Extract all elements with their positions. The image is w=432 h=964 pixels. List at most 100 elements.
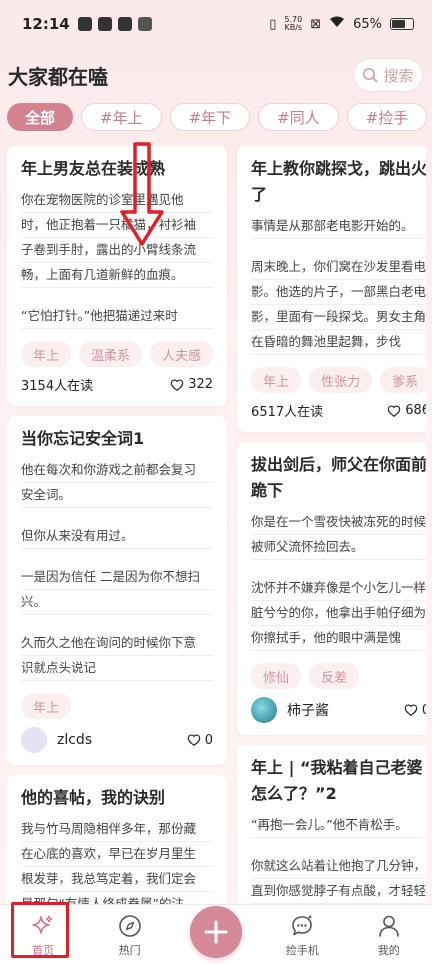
status-right: ▯ 5.70 KB/s ⊠ 65% (269, 16, 414, 32)
page-title: 大家都在嗑 (8, 64, 108, 89)
compass-icon (118, 915, 141, 937)
like-button[interactable]: 686 (387, 403, 426, 418)
story-tag-chip[interactable]: 性张力 (309, 367, 373, 393)
like-button[interactable]: 322 (170, 377, 213, 392)
story-card[interactable]: 拔出剑后，师父在你面前跪下 你是在一个雪夜快被冻死的时候 被师父流怀捡回去。 沈怀并不… (237, 442, 426, 735)
header: 大家都在嗑 搜索 (0, 58, 432, 92)
like-count: 0 (421, 702, 426, 718)
nav-phone[interactable]: 捡手机 (270, 913, 334, 958)
search-label: 搜索 (383, 66, 414, 85)
story-card[interactable]: 他的喜帖，我的诀别 我与竹马周隐相伴多年，那份藏 在心底的喜欢，早已在岁月里生 根发芽… (7, 775, 228, 906)
heart-icon (187, 734, 201, 746)
story-tag-chip[interactable]: 爹系 (380, 367, 426, 393)
story-tag-chip[interactable]: 年上 (21, 341, 72, 367)
vibrate-icon: ▯ (269, 16, 277, 32)
nav-phone-label: 捡手机 (285, 944, 319, 957)
notification-app-icon (117, 17, 132, 31)
avatar[interactable] (21, 727, 47, 753)
story-stats: 6517人在读 686 (251, 401, 426, 420)
story-excerpt-line: 直到你感觉脖子有点酸，才轻轻 (251, 879, 426, 904)
story-excerpt-line: 但你从来没有用过。 (21, 524, 214, 549)
story-excerpt-line: 你是在一个雪夜快被冻死的时候 (251, 510, 426, 535)
feed-column-left: 年上男友总在装成熟 你在宠物医院的诊室里遇见他 时，他正抱着一只橘猫，衬衫袖 子卷到手… (7, 146, 228, 906)
story-excerpt-line: “再抱一会儿。”他不肯松手。 (251, 813, 426, 838)
story-tag-chip[interactable]: 年上 (21, 693, 72, 719)
story-excerpt-line: 兴。 (21, 590, 214, 615)
tag-filter-bar: 全部 #年上 #年下 #同人 #捡手 (7, 103, 432, 131)
user-icon (378, 915, 399, 937)
story-tags: 年上 温柔系 人夫感 (21, 341, 214, 367)
story-excerpt-line: 在昏暗的舞池里起舞，步伐 (251, 330, 426, 355)
story-title: 当你忘记安全词1 (21, 429, 145, 448)
notification-app-icon (137, 17, 152, 31)
story-excerpt-line: 一是因为信任 二是因为你不想扫 (21, 565, 214, 590)
author-name[interactable]: 柿子酱 (287, 700, 329, 720)
nav-me[interactable]: 我的 (357, 913, 421, 958)
avatar[interactable] (251, 697, 278, 723)
story-stats: 3154人在读 322 (21, 375, 213, 394)
story-excerpt-line: 脏兮兮的你，他拿出手帕仔细为 (251, 601, 426, 626)
nav-hot-label: 热门 (118, 944, 141, 957)
story-tag-chip[interactable]: 年上 (251, 367, 302, 393)
story-card[interactable]: 当你忘记安全词1 他在每次和你游戏之前都会复习 安全词。 但你从来没有用过。 一是因为信… (7, 416, 228, 765)
story-excerpt-line: 你擦拭手，他的眼中满是愧 (251, 626, 426, 651)
heart-icon (388, 404, 401, 417)
wifi-icon (329, 16, 345, 32)
status-bar: 12:14 ▯ 5.70 KB/s ⊠ 65% (0, 0, 432, 48)
like-count: 686 (405, 403, 426, 418)
tag-tongren[interactable]: #同人 (258, 103, 339, 131)
heart-icon (404, 704, 418, 716)
story-author: 柿子酱 0 (251, 697, 426, 723)
story-excerpt-line: 识就点头说记 (21, 656, 214, 681)
story-excerpt-line: 被师父流怀捡回去。 (251, 535, 426, 560)
story-excerpt-line: 你就这么站着让他抱了几分钟， (251, 854, 426, 879)
story-tag-chip[interactable]: 反差 (309, 663, 360, 689)
story-excerpt-line: 周末晚上，你们窝在沙发里看电 (251, 255, 426, 280)
story-feed: 年上男友总在装成熟 你在宠物医院的诊室里遇见他 时，他正抱着一只橘猫，衬衫袖 子卷到手… (7, 146, 426, 906)
story-excerpt-line: 影，里面有一段探戈。男女主角 (251, 305, 426, 330)
story-tag-chip[interactable]: 修仙 (251, 663, 302, 689)
story-card[interactable]: 年上 | “我粘着自己老婆怎么了？”2 “再抱一会儿。”他不肯松手。 你就这么站着让… (237, 745, 426, 906)
story-card[interactable]: 年上教你跳探戈，跳出火了 事情是从那部老电影开始的。 周末晚上，你们窝在沙发里看电影… (237, 146, 426, 432)
notification-icons (77, 17, 152, 31)
story-tag-chip[interactable]: 温柔系 (79, 341, 143, 367)
reader-count: 6517人在读 (251, 405, 324, 420)
nav-me-label: 我的 (377, 944, 400, 957)
heart-icon (170, 378, 184, 391)
like-count: 322 (188, 377, 214, 392)
notification-app-icon (97, 17, 112, 31)
plus-icon (204, 920, 228, 944)
status-time: 12:14 (22, 15, 70, 33)
tag-all[interactable]: 全部 (7, 103, 74, 131)
search-icon (363, 68, 378, 83)
network-speed: 5.70 KB/s (284, 16, 302, 32)
search-button[interactable]: 搜索 (354, 59, 422, 91)
tag-nianxia[interactable]: #年下 (169, 103, 251, 131)
nav-hot[interactable]: 热门 (98, 913, 162, 958)
chat-sparkle-icon (292, 914, 313, 936)
like-count: 0 (204, 732, 214, 748)
story-author: zlcds 0 (21, 727, 213, 753)
feed-column-right: 年上教你跳探戈，跳出火了 事情是从那部老电影开始的。 周末晚上，你们窝在沙发里看电影… (237, 146, 426, 906)
sim-icon: ⊠ (310, 16, 322, 32)
battery-icon (390, 18, 414, 30)
like-button[interactable]: 0 (404, 703, 426, 718)
tag-nianshang[interactable]: #年上 (81, 103, 162, 131)
like-button[interactable]: 0 (187, 733, 213, 748)
tag-jianshou[interactable]: #捡手 (346, 103, 428, 131)
speed-unit: KB/s (284, 23, 303, 32)
story-excerpt-line: 久而久之他在询问的时候你下意 (21, 631, 214, 656)
create-button[interactable] (190, 906, 242, 958)
story-tag-chip[interactable]: 人夫感 (150, 341, 214, 367)
author-name[interactable]: zlcds (57, 732, 92, 748)
story-tags: 修仙 反差 (251, 663, 426, 689)
story-excerpt-line: 沈怀并不嫌弃像是个小乞儿一样 (251, 576, 426, 601)
annotation-highlight-box (11, 902, 69, 958)
story-title: 年上教你跳探戈，跳出火了 (251, 159, 426, 204)
story-excerpt-line: 我与竹马周隐相伴多年，那份藏 (21, 817, 214, 842)
